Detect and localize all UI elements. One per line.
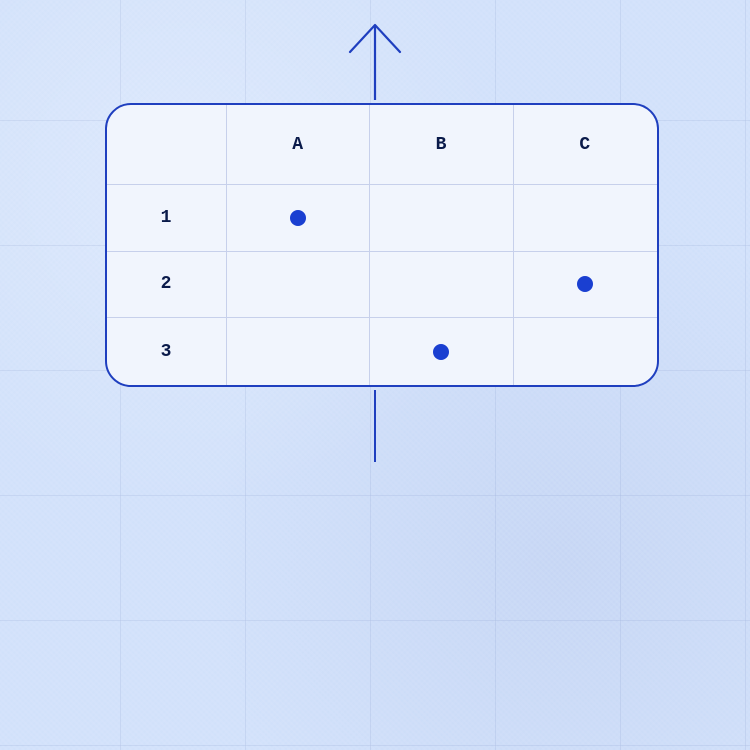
cell-3-c bbox=[514, 318, 657, 385]
cell-3-a bbox=[227, 318, 370, 385]
cell-2-a bbox=[227, 252, 370, 319]
cell-1-a bbox=[227, 185, 370, 252]
cell-1-b bbox=[370, 185, 513, 252]
line-down-icon bbox=[374, 390, 376, 462]
column-header-a: A bbox=[227, 105, 370, 185]
cell-1-c bbox=[514, 185, 657, 252]
row-header-2: 2 bbox=[107, 252, 227, 319]
column-header-c: C bbox=[514, 105, 657, 185]
arrow-up-icon bbox=[345, 20, 405, 100]
cell-2-b bbox=[370, 252, 513, 319]
dot-icon bbox=[433, 344, 449, 360]
column-header-b: B bbox=[370, 105, 513, 185]
dot-icon bbox=[290, 210, 306, 226]
dot-icon bbox=[577, 276, 593, 292]
grid-card: A B C 1 2 3 bbox=[105, 103, 659, 387]
row-header-3: 3 bbox=[107, 318, 227, 385]
row-header-1: 1 bbox=[107, 185, 227, 252]
header-empty bbox=[107, 105, 227, 185]
cell-3-b bbox=[370, 318, 513, 385]
cell-2-c bbox=[514, 252, 657, 319]
grid-table: A B C 1 2 3 bbox=[107, 105, 657, 385]
